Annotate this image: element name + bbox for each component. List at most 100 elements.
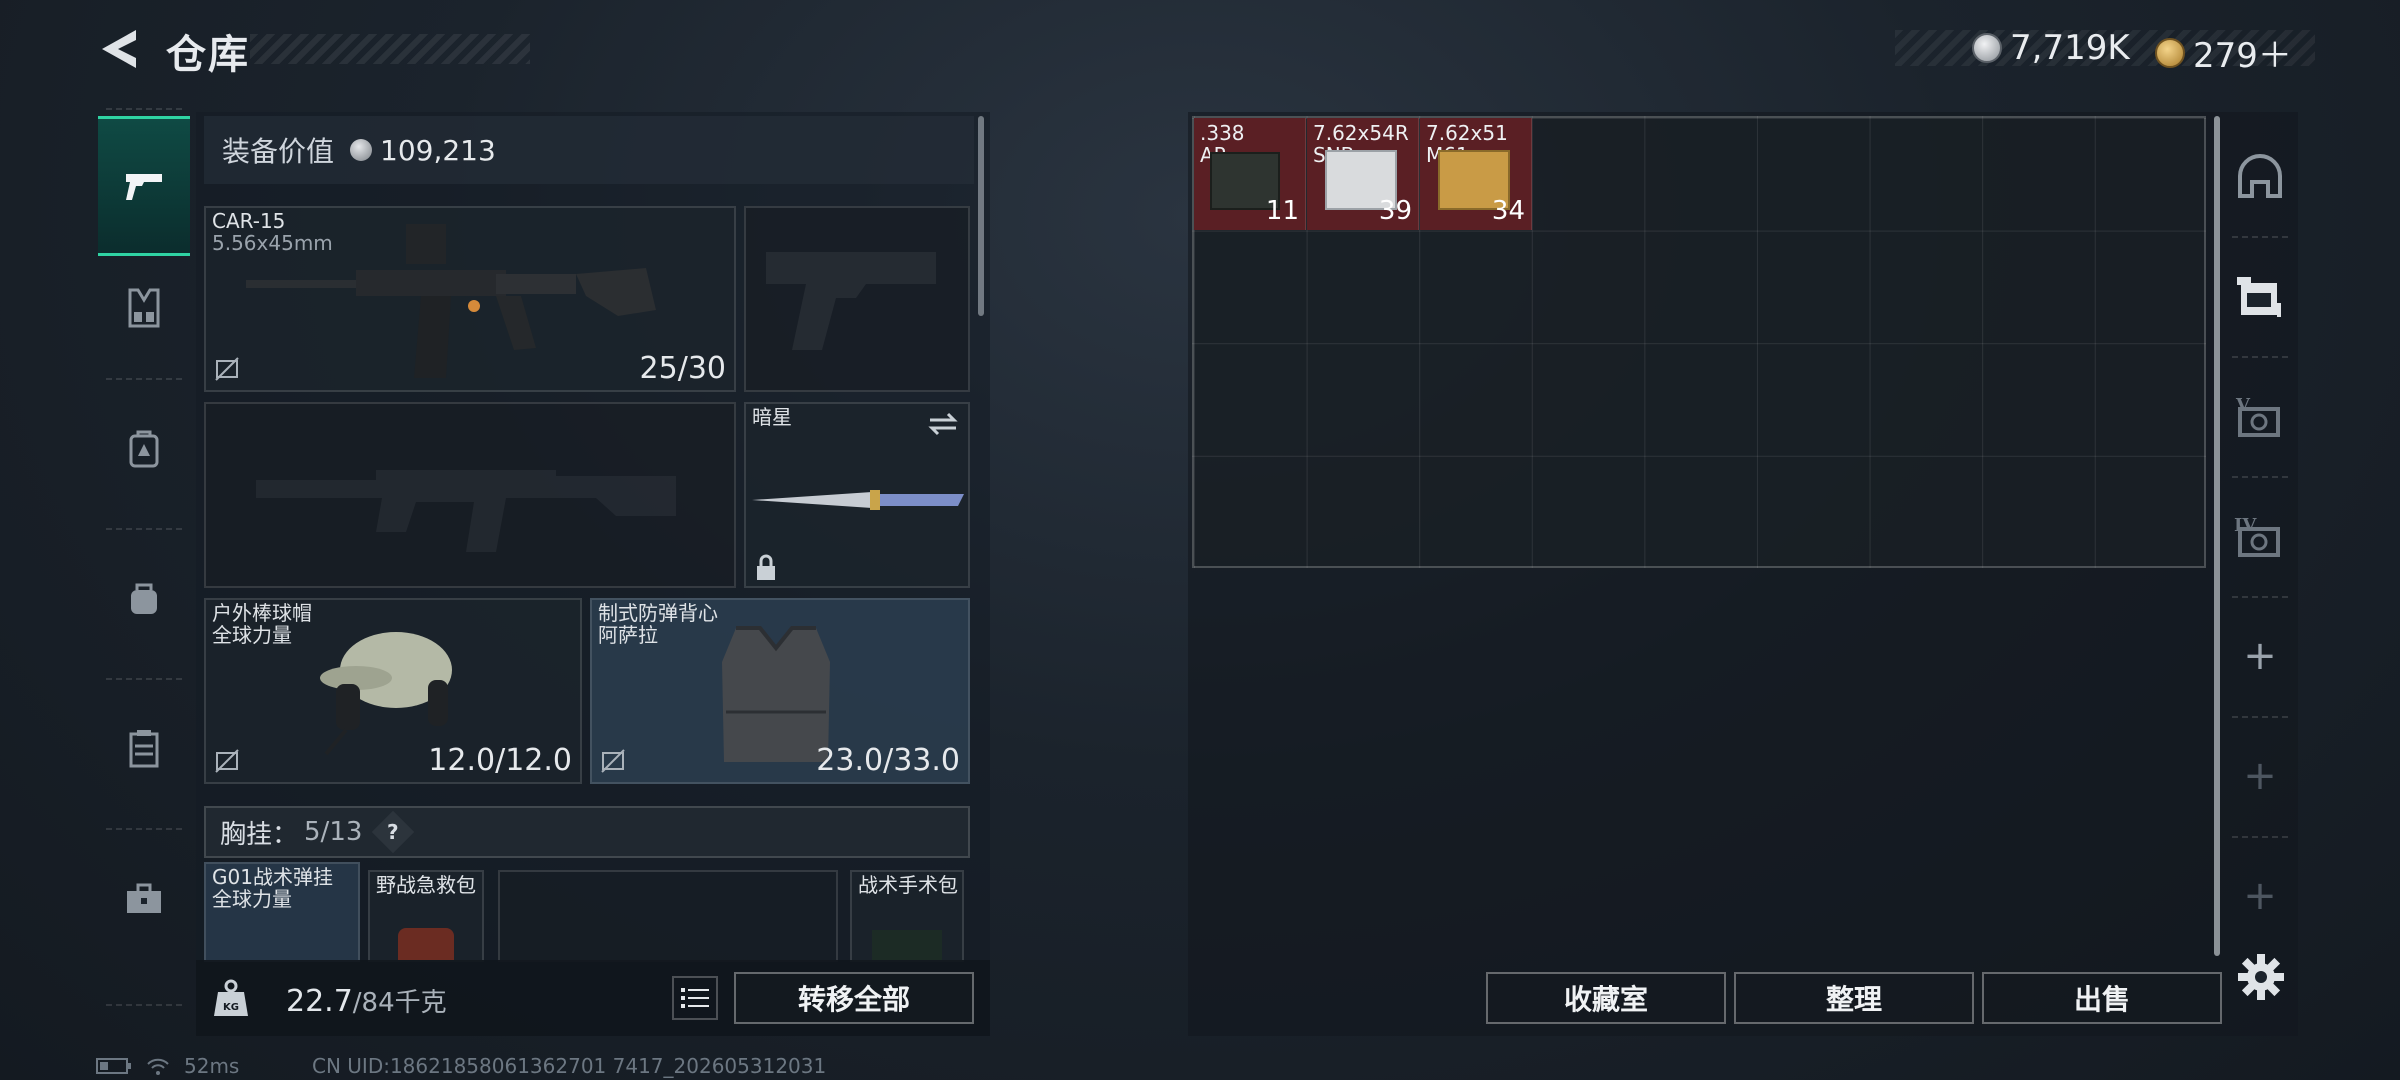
nav-toolbox[interactable]: [98, 828, 190, 968]
ammo-caliber: 7.62x51: [1426, 121, 1508, 145]
melee-name: 暗星: [752, 405, 792, 429]
surgery-kit-name: 战术手术包: [858, 873, 958, 897]
back-button[interactable]: [96, 24, 146, 74]
equipment-value: 109,213: [380, 133, 496, 167]
list-view-button[interactable]: [672, 976, 718, 1020]
armor-durability: 23.0/33.0: [816, 743, 960, 778]
pistol-slot[interactable]: [744, 206, 970, 392]
stash-tabs: V IV + + +: [2226, 112, 2294, 1012]
tab-add-1[interactable]: +: [2226, 596, 2294, 716]
plus-icon: +: [2243, 873, 2277, 919]
rig-item-faction: 全球力量: [212, 887, 292, 911]
gold-triangle-coin-icon: [2155, 37, 2185, 68]
sort-button[interactable]: 整理: [1734, 972, 1974, 1024]
lock-icon: [757, 554, 775, 580]
weight-kg-icon: KG: [214, 979, 248, 1016]
ammo-caliber: .338: [1200, 121, 1245, 145]
tab-stash-iv[interactable]: IV: [2226, 476, 2294, 596]
pistol-silhouette-icon: [766, 252, 936, 350]
svg-text:V: V: [2235, 395, 2251, 416]
back-arrow-icon: [102, 30, 136, 68]
chest-rig-label: 胸挂：: [220, 819, 299, 850]
nav-case[interactable]: [98, 678, 190, 818]
currency-silver[interactable]: 7,719K: [1972, 28, 2130, 68]
left-nav: [98, 108, 190, 1008]
plus-icon: +: [2243, 633, 2277, 679]
weight-readout: 22.7/84千克: [286, 982, 447, 1019]
help-button[interactable]: ?: [372, 810, 415, 854]
helmet-durability: 12.0/12.0: [428, 743, 572, 778]
ammo-count: 11: [1265, 196, 1299, 226]
stash-item-762x51[interactable]: 7.62x51 M61 34: [1420, 118, 1532, 230]
equipment-scrollbar[interactable]: [978, 116, 984, 316]
status-bar: 52ms: [96, 1054, 239, 1078]
knife-image: [752, 490, 964, 510]
first-aid-image: [398, 928, 454, 960]
ammo-count: 39: [1378, 196, 1412, 226]
rifle-silhouette-icon: [256, 470, 676, 552]
ammo-caliber: 7.62x54R: [1313, 121, 1409, 145]
first-aid-slot[interactable]: 野战急救包: [368, 870, 484, 962]
rig-item-slot[interactable]: G01战术弹挂 全球力量: [204, 862, 360, 962]
rig-item-name: G01战术弹挂: [212, 865, 333, 889]
safe-dome-icon: [2238, 154, 2282, 198]
chest-rig-capacity: 5/13: [304, 817, 363, 847]
armor-name: 制式防弹背心: [598, 601, 718, 625]
swap-icon[interactable]: [926, 410, 960, 438]
ping-value: 52ms: [184, 1054, 240, 1078]
tab-stash-main[interactable]: [2226, 236, 2294, 356]
nav-weapons[interactable]: [98, 116, 190, 256]
helmet-name: 户外棒球帽: [212, 601, 312, 625]
user-uid: CN UID:18621858061362701 7417_2026053120…: [312, 1054, 827, 1078]
help-icon: ?: [387, 819, 400, 844]
tab-stash-v[interactable]: V: [2226, 356, 2294, 476]
list-icon: [681, 988, 709, 1008]
wifi-icon: [147, 1058, 169, 1075]
chest-rig-header: 胸挂： 5/13 ?: [204, 806, 970, 858]
title-decoration: [250, 34, 530, 64]
ammo-count: 34: [1491, 196, 1525, 226]
tab-safe[interactable]: [2226, 116, 2294, 236]
silver-coin-icon: [350, 139, 373, 161]
weight-current: 22.7: [286, 984, 353, 1019]
currency-gold[interactable]: 279＋: [2155, 28, 2292, 77]
empty-rig-slots[interactable]: [498, 870, 838, 962]
collection-room-button[interactable]: 收藏室: [1486, 972, 1726, 1024]
tab-add-2[interactable]: +: [2226, 716, 2294, 836]
tab-add-3[interactable]: +: [2226, 836, 2294, 956]
nav-chest-rig[interactable]: [98, 238, 190, 378]
pistol-icon: [126, 174, 162, 200]
chest-rig-icon: [128, 288, 160, 328]
no-insurance-icon: [601, 749, 625, 773]
case-icon: [129, 730, 159, 768]
primary-weapon-slot[interactable]: CAR-15 5.56x45mm 25/30: [204, 206, 736, 392]
svg-text:KG: KG: [223, 1002, 239, 1013]
stash-item-338ap[interactable]: .338 AP 11: [1194, 118, 1306, 230]
armor-slot[interactable]: 制式防弹背心 阿萨拉 23.0/33.0: [590, 598, 970, 784]
transfer-all-button[interactable]: 转移全部: [734, 972, 974, 1024]
backpack-icon: [129, 430, 159, 468]
nav-backpack[interactable]: [98, 378, 190, 518]
toolbox-icon: [127, 883, 161, 913]
melee-slot[interactable]: 暗星: [744, 402, 970, 588]
gear-icon: [2238, 954, 2284, 1000]
settings-button[interactable]: [2236, 952, 2286, 1002]
stash-shelf-icon: [2237, 277, 2281, 317]
cap-headset-image: [320, 632, 452, 756]
bag-icon: [131, 583, 157, 614]
battery-icon: [96, 1058, 131, 1074]
stash-iv-icon: IV: [2234, 515, 2280, 557]
no-insurance-icon: [215, 357, 239, 381]
stash-v-icon: V: [2235, 395, 2280, 437]
surgery-kit-image: [872, 930, 942, 960]
stash-item-762x54r[interactable]: 7.62x54R SNB 39: [1307, 118, 1419, 230]
helmet-faction: 全球力量: [212, 623, 292, 647]
sell-button[interactable]: 出售: [1982, 972, 2222, 1024]
gold-amount: 279＋: [2193, 36, 2292, 76]
helmet-slot[interactable]: 户外棒球帽 全球力量 12.0/12.0: [204, 598, 582, 784]
nav-bag[interactable]: [98, 528, 190, 668]
secondary-weapon-slot[interactable]: [204, 402, 736, 588]
surgery-kit-slot[interactable]: 战术手术包: [850, 870, 964, 962]
weapon-ammo-count: 25/30: [639, 351, 726, 386]
stash-scrollbar[interactable]: [2214, 116, 2220, 956]
